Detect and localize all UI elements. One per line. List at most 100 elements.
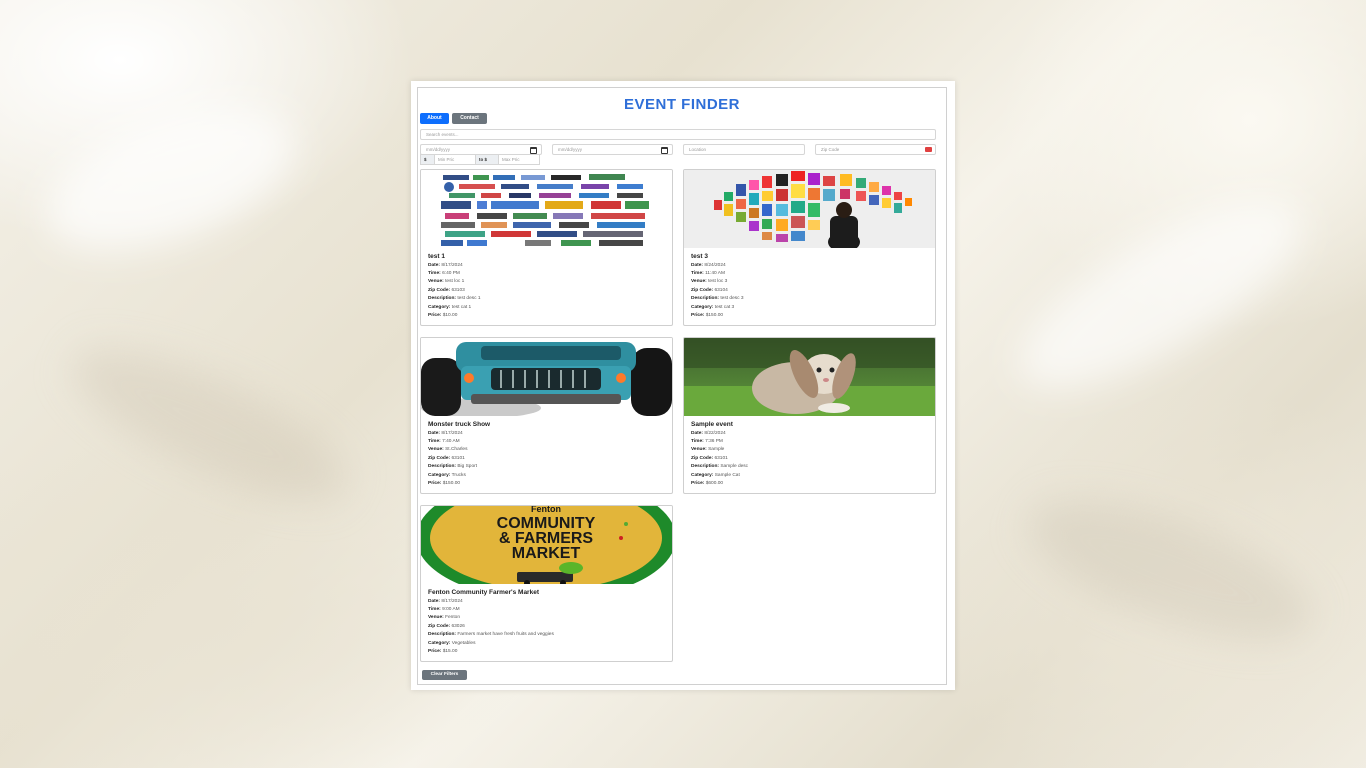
calendar-icon[interactable] xyxy=(661,147,668,154)
zip-code-input[interactable]: Zip Code xyxy=(815,144,936,155)
event-category: Category: Trucks xyxy=(428,473,466,478)
event-card[interactable]: Sample event Date: 8/22/2024 Time: 7:36 … xyxy=(683,337,936,494)
field-value: 7:40 AM xyxy=(442,439,460,444)
currency-addon: $ xyxy=(420,154,435,165)
field-label: Category: xyxy=(428,641,451,646)
calendar-icon[interactable] xyxy=(530,147,537,154)
event-price: Price: $600.00 xyxy=(691,481,723,486)
event-price: Price: $10.00 xyxy=(428,313,457,318)
event-category: Category: test cat 3 xyxy=(691,305,734,310)
field-label: Description: xyxy=(691,296,719,301)
event-time: Time: 7:36 PM xyxy=(691,439,723,444)
about-button[interactable]: About xyxy=(420,113,449,124)
field-label: Date: xyxy=(428,599,440,604)
field-value: test loc 1 xyxy=(445,279,465,284)
end-date-input[interactable]: mm/dd/yyyy xyxy=(552,144,673,155)
field-label: Description: xyxy=(428,296,456,301)
field-value: 8/24/2024 xyxy=(704,263,726,268)
event-description: Description: Farmers market have fresh f… xyxy=(428,632,554,637)
event-title: Fenton Community Farmer's Market xyxy=(428,589,539,596)
event-price: Price: $150.00 xyxy=(428,481,460,486)
field-value: 11:40 AM xyxy=(705,271,725,276)
field-value: 9:00 AM xyxy=(442,607,460,612)
event-card[interactable]: Fenton COMMUNITY & FARMERS MARKET Fenton… xyxy=(420,505,673,662)
event-date: Date: 8/22/2024 xyxy=(691,431,726,436)
min-price-input[interactable]: Min Pric xyxy=(434,154,476,165)
field-label: Venue: xyxy=(428,279,444,284)
event-zip: Zip Code: 63026 xyxy=(428,624,465,629)
clear-filters-button[interactable]: Clear Filters xyxy=(422,670,467,680)
event-time: Time: 7:40 AM xyxy=(428,439,460,444)
field-value: Fenton xyxy=(445,615,461,620)
event-image-farmers-market: Fenton COMMUNITY & FARMERS MARKET xyxy=(421,506,672,584)
field-label: Zip Code: xyxy=(691,288,714,293)
location-input[interactable]: Location xyxy=(683,144,805,155)
event-venue: Venue: Fenton xyxy=(428,615,460,620)
field-value: $15.00 xyxy=(442,649,458,654)
event-category: Category: test cat 1 xyxy=(428,305,471,310)
field-label: Price: xyxy=(428,649,442,654)
field-value: 63026 xyxy=(451,624,465,629)
field-label: Category: xyxy=(691,305,714,310)
field-value: $150.00 xyxy=(705,313,724,318)
event-zip: Zip Code: 63104 xyxy=(691,288,728,293)
event-title: Monster truck Show xyxy=(428,421,491,428)
event-category: Category: Vegetables xyxy=(428,641,475,646)
event-price: Price: $15.00 xyxy=(428,649,457,654)
event-date: Date: 8/17/2024 xyxy=(428,599,463,604)
field-value: test cat 3 xyxy=(714,305,735,310)
field-value: 8/17/2024 xyxy=(441,431,463,436)
event-image-rabbit xyxy=(684,338,935,416)
field-label: Category: xyxy=(691,473,714,478)
field-label: Time: xyxy=(428,271,441,276)
field-label: Category: xyxy=(428,305,451,310)
field-value: 8/17/2024 xyxy=(441,263,463,268)
event-date: Date: 8/17/2024 xyxy=(428,431,463,436)
field-label: Venue: xyxy=(428,447,444,452)
max-price-input[interactable]: Max Pric xyxy=(498,154,540,165)
field-label: Date: xyxy=(691,431,703,436)
field-label: Zip Code: xyxy=(428,288,451,293)
fabric-fold xyxy=(55,320,365,530)
event-venue: Venue: St.Charles xyxy=(428,447,467,452)
event-description: Description: test desc 1 xyxy=(428,296,481,301)
field-label: Price: xyxy=(691,313,705,318)
field-label: Time: xyxy=(691,439,704,444)
field-value: 63101 xyxy=(714,456,728,461)
event-date: Date: 8/17/2024 xyxy=(428,263,463,268)
event-zip: Zip Code: 63103 xyxy=(428,288,465,293)
field-value: 8/17/2024 xyxy=(441,599,463,604)
contact-button[interactable]: Contact xyxy=(452,113,487,124)
market-logo-top-text: Fenton xyxy=(531,506,561,514)
event-card[interactable]: Monster truck Show Date: 8/17/2024 Time:… xyxy=(420,337,673,494)
event-finder-window: EVENT FINDER About Contact Search events… xyxy=(411,81,955,690)
event-time: Time: 11:40 AM xyxy=(691,271,725,276)
end-date-placeholder: mm/dd/yyyy xyxy=(558,147,583,152)
start-date-placeholder: mm/dd/yyyy xyxy=(426,147,451,152)
field-value: test loc 3 xyxy=(708,279,728,284)
page-title: EVENT FINDER xyxy=(623,96,740,113)
field-label: Description: xyxy=(428,464,456,469)
field-label: Time: xyxy=(428,607,441,612)
field-label: Zip Code: xyxy=(691,456,714,461)
field-value: Sample desc xyxy=(720,464,749,469)
event-venue: Venue: test loc 1 xyxy=(428,279,464,284)
search-input[interactable]: Search events... xyxy=(420,129,936,140)
field-value: Trucks xyxy=(451,473,466,478)
event-zip: Zip Code: 63101 xyxy=(428,456,465,461)
event-category: Category: Sample Cat xyxy=(691,473,740,478)
field-label: Venue: xyxy=(428,615,444,620)
field-label: Time: xyxy=(428,439,441,444)
zip-code-placeholder: Zip Code xyxy=(821,147,840,152)
event-zip: Zip Code: 63101 xyxy=(691,456,728,461)
field-label: Price: xyxy=(428,481,442,486)
event-price: Price: $150.00 xyxy=(691,313,723,318)
field-value: 63104 xyxy=(714,288,728,293)
field-value: 7:36 PM xyxy=(705,439,723,444)
field-value: $600.00 xyxy=(705,481,724,486)
event-card[interactable]: test 1 Date: 8/17/2024 Time: 6:40 PM Ven… xyxy=(420,169,673,326)
event-title: test 1 xyxy=(428,253,445,260)
event-card[interactable]: test 3 Date: 8/24/2024 Time: 11:40 AM Ve… xyxy=(683,169,936,326)
field-label: Time: xyxy=(691,271,704,276)
field-value: Farmers market have fresh fruits and veg… xyxy=(457,632,554,637)
